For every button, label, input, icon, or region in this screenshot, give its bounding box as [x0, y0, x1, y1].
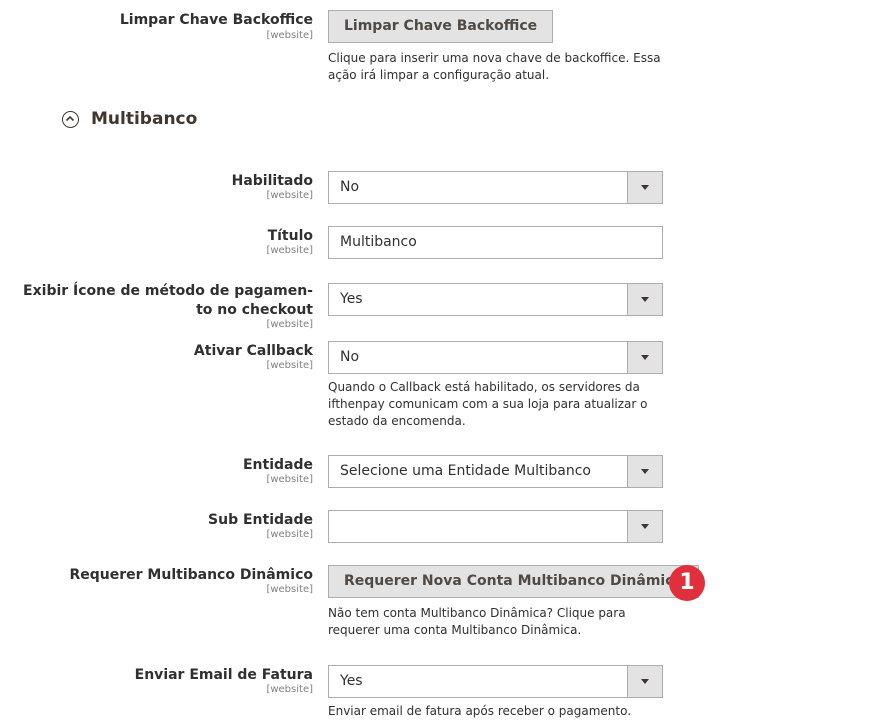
titulo-input[interactable]: Multibanco	[328, 226, 663, 259]
titulo-value: Multibanco	[340, 234, 417, 250]
sub-entidade-label: Sub Entidade	[208, 512, 313, 528]
habilitado-label: Habilitado	[231, 173, 313, 189]
limpar-chave-label: Limpar Chave Backoffice	[119, 12, 313, 28]
callback-select[interactable]: No	[328, 341, 663, 374]
email-fatura-value: Yes	[340, 673, 363, 689]
habilitado-scope: [website]	[266, 190, 313, 201]
exibir-icone-value: Yes	[340, 291, 363, 307]
callback-label: Ativar Callback	[193, 343, 313, 359]
chevron-down-icon	[627, 172, 662, 203]
collapse-chevron-icon[interactable]	[62, 111, 79, 128]
entidade-value: Selecione uma Entidade Multibanco	[340, 463, 591, 479]
email-fatura-scope: [website]	[266, 684, 313, 695]
requerer-conta-button[interactable]: Requerer Nova Conta Multibanco Dinâmica	[328, 565, 699, 598]
sub-entidade-select[interactable]	[328, 510, 663, 543]
limpar-chave-button[interactable]: Limpar Chave Backoffice	[328, 10, 554, 43]
requerer-scope: [website]	[266, 584, 313, 595]
habilitado-value: No	[340, 179, 360, 195]
step-number-badge: 1	[669, 565, 705, 601]
email-fatura-note: Enviar email de fatura após receber o pa…	[328, 704, 632, 718]
section-title-multibanco[interactable]: Multibanco	[91, 108, 197, 130]
exibir-icone-label-line1: Exibir Ícone de método de pagamen-	[23, 283, 313, 299]
exibir-icone-label-line2: to no checkout	[196, 302, 313, 318]
titulo-scope: [website]	[266, 245, 313, 256]
callback-scope: [website]	[266, 360, 313, 371]
chevron-down-icon	[627, 666, 662, 697]
sub-entidade-scope: [website]	[266, 529, 313, 540]
callback-value: No	[340, 349, 360, 365]
callback-note: Quando o Callback está habilitado, os se…	[328, 380, 648, 428]
entidade-label: Entidade	[242, 457, 313, 473]
titulo-label: Título	[267, 228, 313, 244]
email-fatura-select[interactable]: Yes	[328, 665, 663, 698]
entidade-scope: [website]	[266, 474, 313, 485]
requerer-note: Não tem conta Multibanco Dinâmica? Cliqu…	[328, 606, 626, 637]
entidade-select[interactable]: Selecione uma Entidade Multibanco	[328, 455, 663, 488]
limpar-chave-scope: [website]	[266, 30, 313, 41]
habilitado-select[interactable]: No	[328, 171, 663, 204]
exibir-icone-scope: [website]	[266, 319, 313, 330]
chevron-down-icon	[627, 342, 662, 373]
chevron-down-icon	[627, 511, 662, 542]
requerer-label: Requerer Multibanco Dinâmico	[69, 567, 314, 583]
limpar-chave-note: Clique para inserir uma nova chave de ba…	[328, 51, 661, 82]
email-fatura-label: Enviar Email de Fatura	[134, 667, 313, 683]
exibir-icone-select[interactable]: Yes	[328, 283, 663, 316]
chevron-down-icon	[627, 456, 662, 487]
chevron-down-icon	[627, 284, 662, 315]
